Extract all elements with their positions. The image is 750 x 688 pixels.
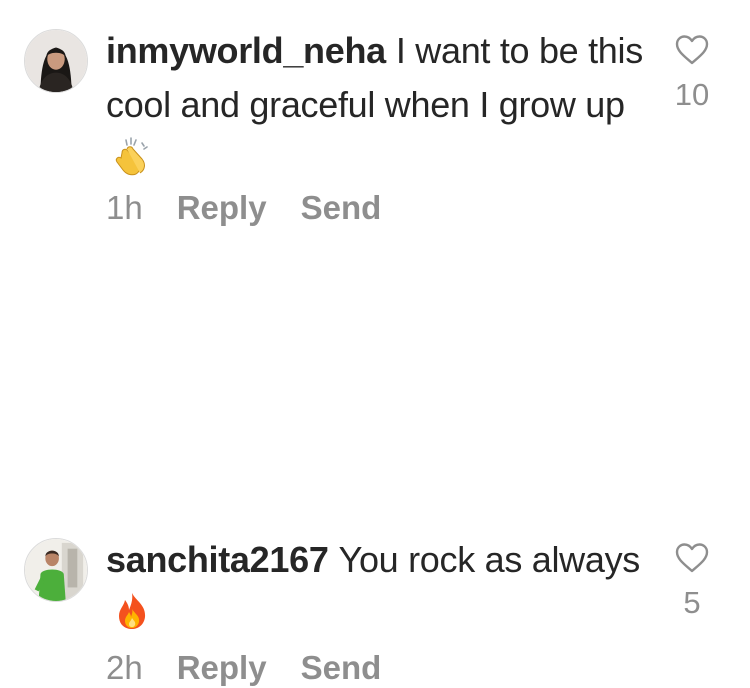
send-button[interactable]: Send [301,189,382,226]
comment-message: You rock as always [338,539,641,580]
like-control: 5 [666,542,718,620]
comment-meta: 1h Reply Send [106,188,381,228]
avatar[interactable] [24,29,88,93]
comment-username[interactable]: sanchita2167 [106,539,329,580]
comment-timestamp: 2h [106,649,143,686]
comment-item: inmyworld_neha I want to be this cool and… [0,0,750,250]
fire-icon [112,591,152,631]
like-count: 5 [683,585,701,620]
comment-item: sanchita2167 You rock as always 2h Reply Se… [0,250,750,686]
like-count: 10 [674,77,710,112]
comment-meta: 2h Reply Send [106,648,381,688]
reply-button[interactable]: Reply [177,649,267,686]
clapping-hands-icon [112,136,152,176]
avatar-photo [25,30,87,92]
like-control: 10 [666,34,718,112]
send-button[interactable]: Send [301,649,382,686]
comment-username[interactable]: inmyworld_neha [106,30,386,71]
avatar-photo [25,539,87,601]
avatar[interactable] [24,538,88,602]
comment-text: inmyworld_neha I want to be this cool and… [106,24,646,186]
heart-icon[interactable] [674,34,710,66]
heart-icon[interactable] [674,542,710,574]
comment-timestamp: 1h [106,189,143,226]
reply-button[interactable]: Reply [177,189,267,226]
comment-text: sanchita2167 You rock as always [106,533,646,641]
